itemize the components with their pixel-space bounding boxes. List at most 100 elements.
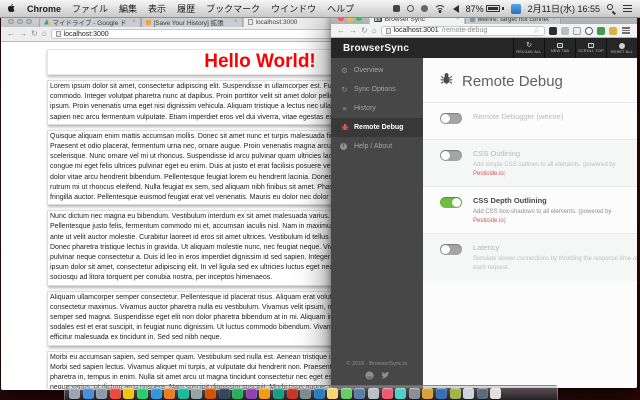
- menu-item-6[interactable]: ウインドウ: [271, 4, 316, 14]
- extension-icon-6[interactable]: [609, 27, 617, 35]
- paragraph-line: Morbi sed sapien lectus. Vivamus aliquet…: [50, 363, 359, 373]
- dock-icon-6[interactable]: [151, 388, 162, 399]
- pesticide-link[interactable]: Pesticide.io: [473, 218, 504, 224]
- dock-icon-20[interactable]: [341, 388, 352, 399]
- close-tab-icon[interactable]: ×: [234, 19, 238, 25]
- new-tab-button[interactable]: + NEW TAB: [544, 38, 575, 58]
- back-icon[interactable]: ←: [7, 30, 15, 38]
- browsersync-app: BrowserSync ↻ RELOAD ALL + NEW TAB ↑ SCR…: [331, 38, 637, 388]
- dock-icon-7[interactable]: [164, 388, 175, 399]
- reload-icon[interactable]: ↻: [31, 30, 38, 38]
- option-row-css-depth-outlining: CSS Depth OutliningAdd CSS box-shadows t…: [423, 186, 637, 233]
- menu-item-2[interactable]: 編集: [119, 4, 137, 14]
- forward-icon[interactable]: →: [19, 30, 27, 38]
- home-icon[interactable]: ⌂: [42, 30, 47, 38]
- dock-icon-9[interactable]: [191, 388, 202, 399]
- close-tab-icon[interactable]: ×: [132, 19, 136, 25]
- browsersync-header: BrowserSync ↻ RELOAD ALL + NEW TAB ↑ SCR…: [331, 38, 637, 58]
- remote-debug-panel: Remote Debug Remote Debugger (weinre)CSS…: [423, 58, 637, 388]
- dock-icon-22[interactable]: [368, 388, 379, 399]
- dock-icon-3[interactable]: [110, 388, 121, 399]
- menu-item-7[interactable]: ヘルプ: [327, 4, 354, 14]
- dock-icon-30[interactable]: [477, 388, 488, 399]
- dock-icon-29[interactable]: [463, 388, 474, 399]
- apple-menu-icon[interactable]: [8, 4, 17, 14]
- status-blue-app-icon[interactable]: [511, 4, 521, 14]
- address-bar[interactable]: localhost:3000: [51, 29, 353, 39]
- panel-title: Remote Debug: [423, 58, 637, 102]
- dock-icon-12[interactable]: [232, 388, 243, 399]
- extension-icon-1[interactable]: [549, 27, 557, 35]
- sidebar-item-help-about[interactable]: i Help / About: [331, 137, 423, 156]
- spotlight-icon[interactable]: [607, 4, 616, 13]
- dock-icon-16[interactable]: [287, 388, 298, 399]
- status-dot-icon[interactable]: [421, 5, 428, 12]
- notification-center-icon[interactable]: [623, 5, 632, 13]
- battery-indicator[interactable]: 87%: [466, 4, 504, 14]
- menu-item-4[interactable]: 履歴: [177, 4, 195, 14]
- reload-all-button[interactable]: ↻ RELOAD ALL: [513, 38, 544, 58]
- toggle-css-depth-outlining[interactable]: [440, 197, 462, 208]
- dock-icon-10[interactable]: [205, 388, 216, 399]
- page-favicon: [248, 19, 253, 25]
- status-app-icon[interactable]: [393, 5, 400, 12]
- menu-bar-clock[interactable]: 2月11日(水) 16:55: [528, 2, 600, 15]
- dock-icon-5[interactable]: [137, 388, 148, 399]
- pesticide-link[interactable]: Pesticide.io: [473, 171, 504, 177]
- address-bar[interactable]: localhost:3001/remote-debug ☆: [381, 26, 545, 36]
- wifi-icon[interactable]: [435, 5, 446, 13]
- dock-icon-11[interactable]: [219, 388, 230, 399]
- dock-icon-25[interactable]: [409, 388, 420, 399]
- bookmark-star-icon[interactable]: ☆: [533, 27, 540, 35]
- dock-icon-1[interactable]: [83, 388, 94, 399]
- sidebar-item-remote-debug[interactable]: Remote Debug: [331, 118, 423, 137]
- extension-icon-5[interactable]: [597, 27, 605, 35]
- sidebar-item-history[interactable]: ≡ History: [331, 99, 423, 118]
- extension-icon-3[interactable]: [573, 27, 581, 35]
- reset-all-button[interactable]: RESET ALL: [606, 38, 637, 58]
- scroll-top-button[interactable]: ↑ SCROLL TOP: [575, 38, 606, 58]
- dock-icon-21[interactable]: [354, 388, 365, 399]
- dock-icon-27[interactable]: [436, 388, 447, 399]
- dock-icon-8[interactable]: [178, 388, 189, 399]
- menu-item-3[interactable]: 表示: [148, 4, 166, 14]
- menu-item-1[interactable]: ファイル: [72, 4, 108, 14]
- toggle-css-outlining[interactable]: [440, 150, 462, 161]
- toggle-latency[interactable]: [440, 244, 462, 255]
- dock-icon-31[interactable]: [490, 388, 501, 399]
- dock-icon-17[interactable]: [300, 388, 311, 399]
- zoom-window-button[interactable]: [26, 19, 32, 25]
- home-icon[interactable]: ⌂: [372, 27, 377, 35]
- dock-icon-24[interactable]: [395, 388, 406, 399]
- github-icon[interactable]: [365, 371, 374, 380]
- dock-icon-4[interactable]: [123, 388, 134, 399]
- close-window-button[interactable]: [8, 19, 14, 25]
- back-icon[interactable]: ←: [337, 27, 345, 35]
- menu-item-0[interactable]: Chrome: [27, 4, 61, 14]
- paragraph-line: Donec pharetra tristique lectus in gravi…: [50, 243, 359, 253]
- status-ring-icon[interactable]: [407, 5, 414, 12]
- forward-icon[interactable]: →: [349, 27, 357, 35]
- volume-icon[interactable]: [453, 5, 459, 13]
- dock-icon-26[interactable]: [422, 388, 433, 399]
- sidebar-item-sync-options[interactable]: ↻ Sync Options: [331, 80, 423, 99]
- dock-icon-28[interactable]: [450, 388, 461, 399]
- dock-icon-18[interactable]: [314, 388, 325, 399]
- dock-icon-13[interactable]: [246, 388, 257, 399]
- dock-icon-19[interactable]: [327, 388, 338, 399]
- reload-icon[interactable]: ↻: [361, 27, 368, 35]
- dock-icon-2[interactable]: [96, 388, 107, 399]
- extension-icon-2[interactable]: [561, 27, 569, 35]
- extension-icon-4[interactable]: [585, 27, 593, 35]
- toggle-remote-debugger-weinre[interactable]: [440, 113, 462, 124]
- chrome-menu-icon[interactable]: [621, 26, 631, 34]
- dock-icon-14[interactable]: [259, 388, 270, 399]
- menu-bar: Chrome ファイル 編集 表示 履歴 ブックマーク ウインドウ ヘルプ 87% 2月11日…: [0, 0, 640, 18]
- dock-icon-23[interactable]: [382, 388, 393, 399]
- twitter-icon[interactable]: [381, 371, 390, 380]
- dock-icon-15[interactable]: [273, 388, 284, 399]
- dock-icon-0[interactable]: [69, 388, 80, 399]
- sidebar-item-overview[interactable]: ⚙ Overview: [331, 61, 423, 80]
- menu-item-5[interactable]: ブックマーク: [206, 4, 260, 14]
- minimize-window-button[interactable]: [17, 19, 23, 25]
